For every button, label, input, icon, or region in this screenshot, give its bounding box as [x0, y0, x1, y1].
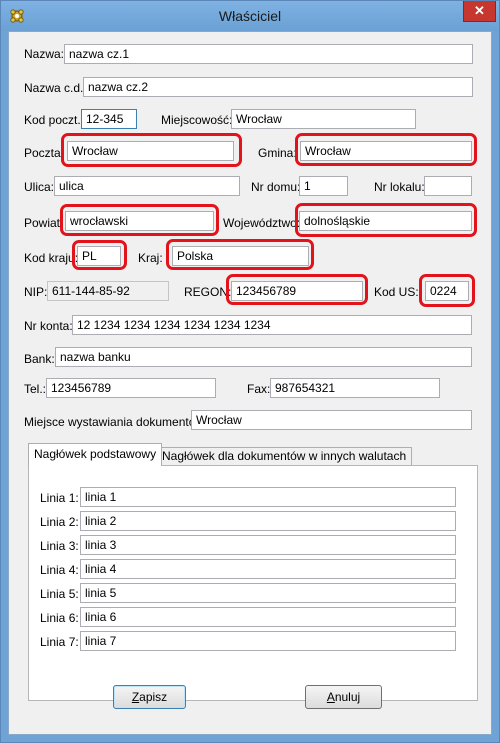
- linia-1-label: Linia 1:: [40, 491, 79, 505]
- fax-label: Fax:: [247, 382, 271, 396]
- regon-highlight: [226, 274, 368, 305]
- wojewodztwo-highlight: [295, 203, 477, 237]
- close-button[interactable]: ✕: [463, 1, 496, 22]
- title-bar[interactable]: Właściciel ✕: [1, 1, 499, 31]
- close-icon: ✕: [474, 3, 485, 18]
- kod-us-label: Kod US:: [374, 285, 419, 299]
- nazwa-input[interactable]: nazwa cz.1: [64, 44, 473, 64]
- kraj-highlight: [166, 239, 314, 270]
- powiat-label: Powiat:: [24, 216, 64, 230]
- linia-3-input[interactable]: linia 3: [80, 535, 456, 555]
- ulica-label: Ulica:: [24, 180, 55, 194]
- bank-input[interactable]: nazwa banku: [55, 347, 472, 367]
- tel-label: Tel.:: [24, 382, 47, 396]
- window-title: Właściciel: [218, 8, 282, 24]
- nip-label: NIP:: [24, 285, 48, 299]
- tab-naglowek-waluty[interactable]: Nagłówek dla dokumentów w innych walutac…: [156, 447, 413, 466]
- kod-us-highlight: [419, 274, 475, 307]
- fax-input[interactable]: 987654321: [270, 378, 440, 398]
- linia-2-label: Linia 2:: [40, 515, 79, 529]
- miejscowosc-label: Miejscowość:: [161, 113, 233, 127]
- regon-label: REGON:: [184, 285, 232, 299]
- nr-lokalu-label: Nr lokalu:: [374, 180, 425, 194]
- nr-domu-label: Nr domu:: [251, 180, 301, 194]
- poczta-label: Poczta:: [24, 146, 65, 160]
- linia-3-label: Linia 3:: [40, 539, 79, 553]
- tab-naglowek-podstawowy[interactable]: Nagłówek podstawowy: [28, 443, 163, 466]
- ulica-input[interactable]: ulica: [54, 176, 240, 196]
- save-button[interactable]: Zapisz: [113, 685, 186, 709]
- tel-input[interactable]: 123456789: [46, 378, 216, 398]
- miejsce-input[interactable]: Wrocław: [191, 410, 472, 430]
- gmina-highlight: [295, 133, 477, 166]
- kod-kraju-highlight: [72, 240, 127, 270]
- miejscowosc-input[interactable]: Wrocław: [231, 109, 416, 129]
- linia-5-label: Linia 5:: [40, 587, 79, 601]
- linia-1-input[interactable]: linia 1: [80, 487, 456, 507]
- nr-domu-input[interactable]: 1: [299, 176, 348, 196]
- cancel-label: nuluj: [334, 690, 361, 704]
- wojewodztwo-label: Województwo:: [223, 216, 301, 230]
- linia-2-input[interactable]: linia 2: [80, 511, 456, 531]
- cancel-accel: A: [326, 690, 335, 704]
- cancel-button[interactable]: Anuluj: [305, 685, 382, 709]
- nazwa-label: Nazwa:: [24, 47, 65, 61]
- linia-7-label: Linia 7:: [40, 635, 79, 649]
- kraj-label: Kraj:: [138, 251, 163, 265]
- nip-field: 611-144-85-92: [47, 281, 169, 301]
- bank-label: Bank:: [24, 352, 55, 366]
- linia-4-input[interactable]: linia 4: [80, 559, 456, 579]
- kod-pocztowy-input[interactable]: 12-345: [81, 109, 137, 129]
- nr-konta-label: Nr konta:: [24, 319, 73, 333]
- header-lines-panel: Linia 1: linia 1 Linia 2: linia 2 Linia …: [28, 465, 478, 701]
- gmina-label: Gmina:: [258, 146, 297, 160]
- miejsce-label: Miejsce wystawiania dokumentów:: [24, 415, 208, 429]
- save-label: apisz: [139, 690, 168, 704]
- linia-4-label: Linia 4:: [40, 563, 79, 577]
- kod-kraju-label: Kod kraju:: [24, 251, 79, 265]
- nazwa-cd-label: Nazwa c.d.:: [24, 81, 87, 95]
- nazwa-cd-input[interactable]: nazwa cz.2: [83, 77, 473, 97]
- poczta-highlight: [61, 133, 242, 167]
- form-area: Nazwa: nazwa cz.1 Nazwa c.d.: nazwa cz.2…: [8, 31, 492, 735]
- linia-6-input[interactable]: linia 6: [80, 607, 456, 627]
- linia-6-label: Linia 6:: [40, 611, 79, 625]
- kod-pocztowy-label: Kod poczt.:: [24, 113, 85, 127]
- linia-7-input[interactable]: linia 7: [80, 631, 456, 651]
- nr-konta-input[interactable]: 12 1234 1234 1234 1234 1234 1234: [72, 315, 472, 335]
- linia-5-input[interactable]: linia 5: [80, 583, 456, 603]
- nr-lokalu-input[interactable]: [424, 176, 472, 196]
- powiat-highlight: [60, 204, 219, 236]
